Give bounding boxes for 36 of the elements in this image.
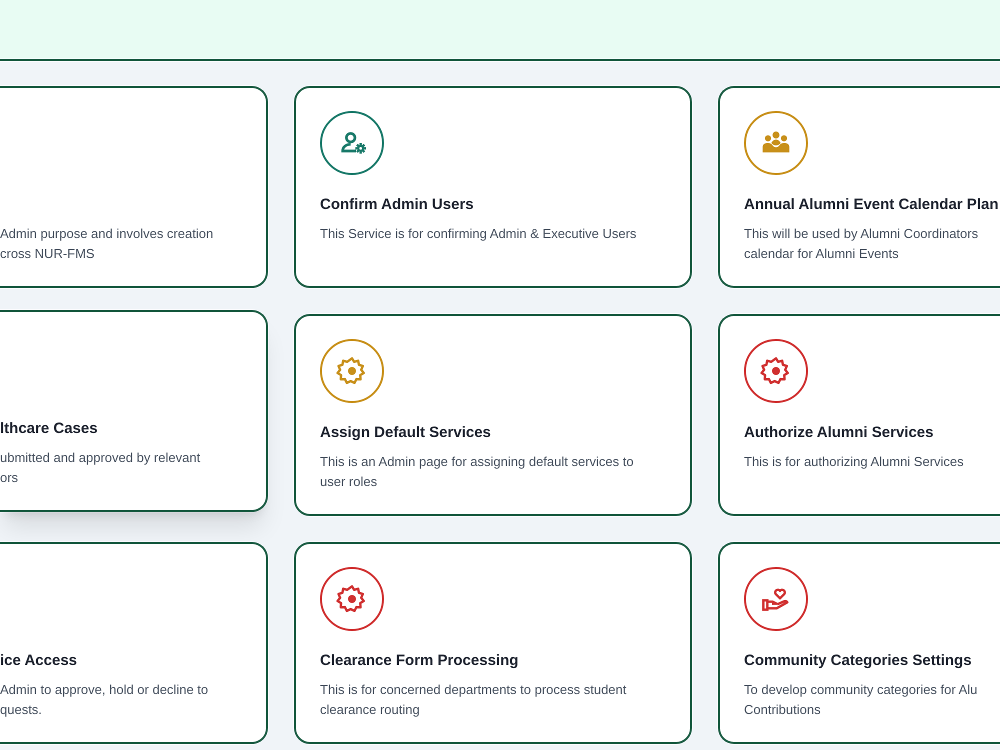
- card-title: Community Categories Settings: [744, 652, 972, 669]
- card-description: cross NUR-FMS: [0, 245, 95, 263]
- card-description: This is for concerned departments to process student: [320, 681, 626, 699]
- card-title: ice Access: [0, 652, 78, 669]
- card-description: This Service is for confirming Admin & Executive Users: [320, 225, 636, 243]
- gear-icon: [760, 355, 792, 387]
- card-description: ubmitted and approved by relevant: [0, 449, 200, 467]
- service-card[interactable]: Assign Default Services This is an Admin page for assigning default services to user roles: [294, 314, 692, 516]
- card-title: Annual Alumni Event Calendar Plan: [744, 196, 998, 213]
- card-description: To develop community categories for Alu: [744, 681, 978, 699]
- card-description: calendar for Alumni Events: [744, 245, 899, 263]
- gear-icon: [336, 583, 368, 615]
- card-description: This will be used by Alumni Coordinators: [744, 225, 978, 243]
- card-description: Admin to approve, hold or decline to: [0, 681, 208, 699]
- card-title: Clearance Form Processing: [320, 652, 518, 669]
- service-card[interactable]: Community Categories Settings To develop community categories for Alu Contributions: [718, 542, 1000, 744]
- card-description: Admin purpose and involves creation: [0, 225, 214, 243]
- card-description: ors: [0, 469, 18, 487]
- service-card[interactable]: ice Access Admin to approve, hold or decline to quests.: [0, 542, 268, 744]
- card-description: user roles: [320, 473, 378, 491]
- card-title: Authorize Alumni Services: [744, 424, 934, 441]
- service-card[interactable]: lthcare Cases ubmitted and approved by relevant ors: [0, 310, 268, 512]
- gear-icon: [336, 355, 368, 387]
- card-description: clearance routing: [320, 701, 420, 719]
- service-card[interactable]: Confirm Admin Users This Service is for confirming Admin & Executive Users: [294, 86, 692, 288]
- card-description: This is for authorizing Alumni Services: [744, 453, 964, 471]
- service-card[interactable]: Admin purpose and involves creation cross NUR-FMS: [0, 86, 268, 288]
- card-title: Assign Default Services: [320, 424, 491, 441]
- card-description: Contributions: [744, 701, 821, 719]
- card-description: quests.: [0, 701, 42, 719]
- card-title: lthcare Cases: [0, 420, 98, 437]
- service-card[interactable]: Clearance Form Processing This is for concerned departments to process student clearance routing: [294, 542, 692, 744]
- service-card[interactable]: Annual Alumni Event Calendar Plan This will be used by Alumni Coordinators calendar for Alumni Events: [718, 86, 1000, 288]
- card-description: This is an Admin page for assigning default services to: [320, 453, 634, 471]
- card-title: Confirm Admin Users: [320, 196, 474, 213]
- service-card[interactable]: Authorize Alumni Services This is for authorizing Alumni Services: [718, 314, 1000, 516]
